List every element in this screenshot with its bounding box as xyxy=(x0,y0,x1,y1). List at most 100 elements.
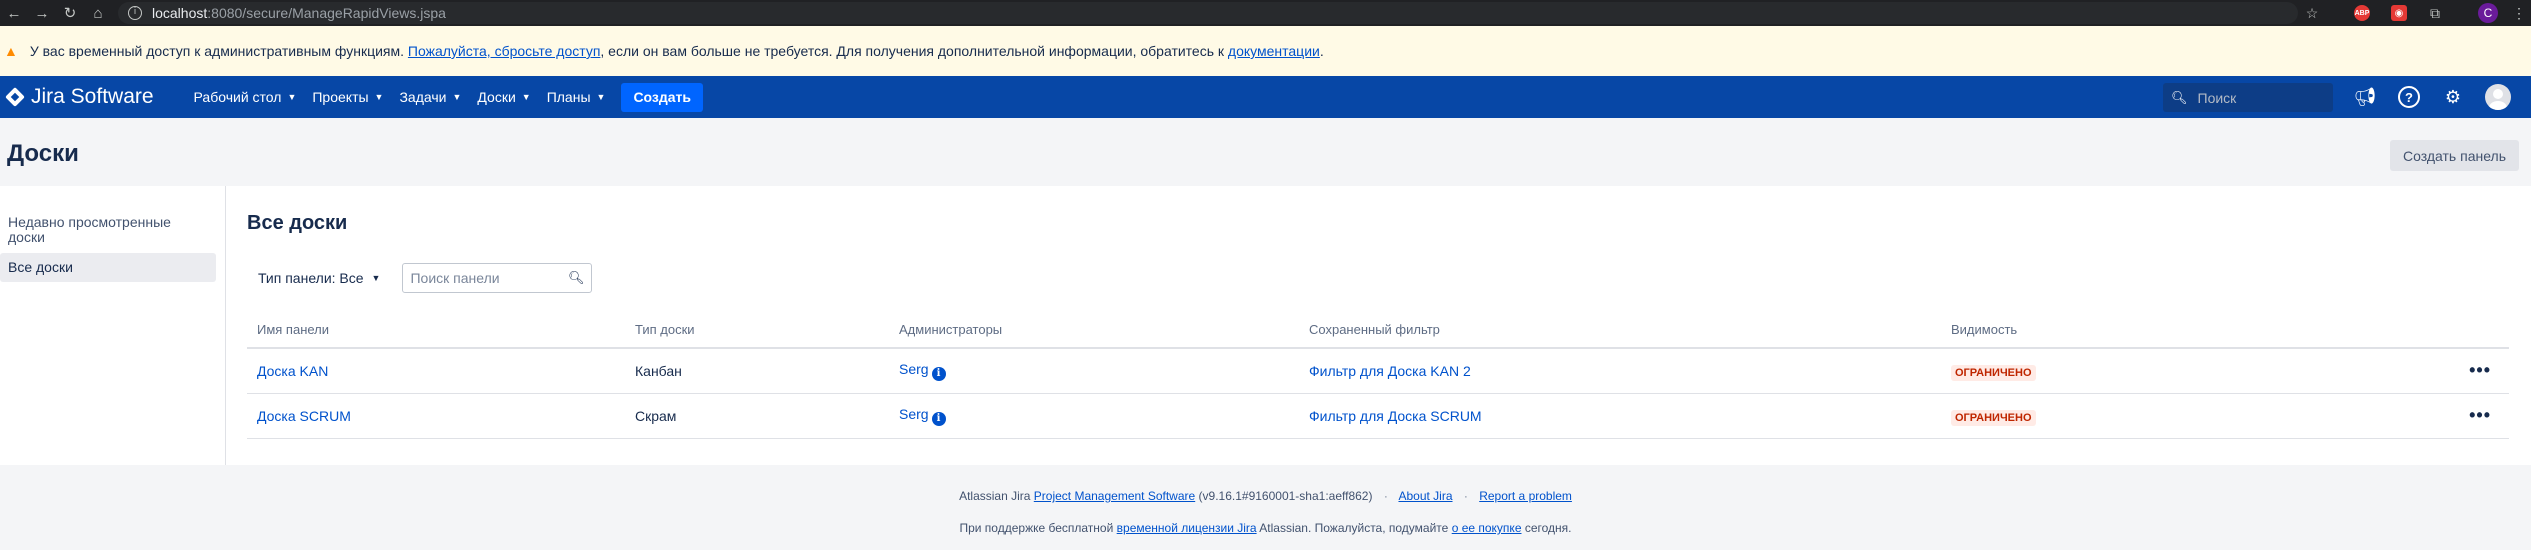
type-filter-label: Тип панели: Все xyxy=(258,270,364,286)
extensions-puzzle-icon[interactable]: ⧉ xyxy=(2425,3,2445,23)
filter-bar: Тип панели: Все ▼ Поиск панели 🔍︎ xyxy=(247,263,2531,293)
jira-logo[interactable]: Jira Software xyxy=(5,85,154,109)
menu-label: Доски xyxy=(477,89,516,105)
browser-menu-icon[interactable]: ⋮ xyxy=(2509,3,2529,23)
create-panel-button[interactable]: Создать панель xyxy=(2390,140,2519,171)
more-actions-icon[interactable]: ••• xyxy=(2449,393,2509,439)
back-icon[interactable]: ← xyxy=(0,5,28,22)
page-title: Доски xyxy=(7,140,79,167)
forward-icon[interactable]: → xyxy=(28,5,56,22)
notifications-megaphone-icon[interactable]: 📢︎ xyxy=(2354,86,2377,108)
menu-boards[interactable]: Доски ▼ xyxy=(477,89,530,105)
chevron-down-icon: ▼ xyxy=(374,92,384,102)
warning-icon: ▲ xyxy=(4,43,18,59)
footer-separator: · xyxy=(1463,489,1468,503)
address-bar[interactable]: i localhost:8080/secure/ManageRapidViews… xyxy=(118,2,2298,24)
info-icon[interactable]: i xyxy=(931,411,946,426)
menu-label: Планы xyxy=(546,89,591,105)
create-button[interactable]: Создать xyxy=(621,82,704,112)
search-icon[interactable]: 🔍︎ xyxy=(568,270,585,286)
footer-line-1: Atlassian Jira Project Management Softwa… xyxy=(0,489,2531,503)
sidebar: Недавно просмотренные доски Все доски xyxy=(0,186,226,465)
about-jira-link[interactable]: About Jira xyxy=(1398,489,1452,503)
column-header-type: Тип доски xyxy=(625,312,889,349)
home-icon[interactable]: ⌂ xyxy=(84,5,112,22)
profile-avatar[interactable]: C xyxy=(2478,3,2498,23)
more-actions-icon[interactable]: ••• xyxy=(2449,348,2509,394)
site-info-icon[interactable]: i xyxy=(128,6,142,20)
url-path: :8080/secure/ManageRapidViews.jspa xyxy=(207,5,446,21)
board-search-input[interactable]: Поиск панели 🔍︎ xyxy=(402,263,593,293)
footer-version: (v9.16.1#9160001-sha1:aeff862) xyxy=(1198,489,1373,503)
project-management-link[interactable]: Project Management Software xyxy=(1034,489,1195,503)
boards-table: Имя панели Тип доски Администраторы Сохр… xyxy=(247,312,2509,439)
license-link[interactable]: временной лицензии Jira xyxy=(1117,521,1257,535)
chevron-down-icon: ▼ xyxy=(287,92,297,102)
banner-text-before: У вас временный доступ к административны… xyxy=(29,43,405,59)
report-problem-link[interactable]: Report a problem xyxy=(1479,489,1572,503)
menu-projects[interactable]: Проекты ▼ xyxy=(312,89,383,105)
column-header-visibility: Видимость xyxy=(1941,312,2449,349)
chevron-down-icon: ▼ xyxy=(452,92,462,102)
menu-label: Рабочий стол xyxy=(193,89,282,105)
footer-separator: · xyxy=(1383,489,1388,503)
board-type-filter[interactable]: Тип панели: Все ▼ xyxy=(258,270,380,286)
table-header-row: Имя панели Тип доски Администраторы Сохр… xyxy=(247,312,2509,349)
info-icon[interactable]: i xyxy=(931,366,946,381)
board-name-link[interactable]: Доска KAN xyxy=(257,363,328,379)
board-type: Скрам xyxy=(625,393,889,439)
footer-text: Atlassian Jira xyxy=(959,489,1031,503)
banner-text-after: . xyxy=(1319,43,1324,59)
saved-filter-link[interactable]: Фильтр для Доска KAN 2 xyxy=(1309,363,1471,379)
admin-link[interactable]: Serg xyxy=(899,361,929,377)
admin-link[interactable]: Serg xyxy=(899,406,929,422)
header-search-input[interactable]: 🔍︎ Поиск xyxy=(2163,83,2333,112)
search-icon: 🔍︎ xyxy=(2171,89,2188,105)
app-header: Jira Software Рабочий стол ▼ Проекты ▼ Зад… xyxy=(0,76,2531,118)
sidebar-item-recent[interactable]: Недавно просмотренные доски xyxy=(0,211,216,249)
jira-diamond-icon xyxy=(5,87,25,107)
page-header: Доски Создать панель xyxy=(0,118,2531,186)
menu-label: Проекты xyxy=(312,89,369,105)
chevron-down-icon: ▼ xyxy=(596,92,606,102)
browser-toolbar: ← → ↻ ⌂ i localhost:8080/secure/ManageRa… xyxy=(0,0,2531,26)
user-avatar-icon[interactable] xyxy=(2485,84,2511,110)
banner-text-middle: , если он вам больше не требуется. Для п… xyxy=(600,43,1225,59)
bookmark-star-icon[interactable]: ☆ xyxy=(2302,3,2322,23)
settings-gear-icon[interactable]: ⚙ xyxy=(2442,86,2464,108)
menu-label: Задачи xyxy=(399,89,447,105)
reload-icon[interactable]: ↻ xyxy=(56,4,84,22)
chevron-down-icon: ▼ xyxy=(521,92,531,102)
section-heading: Все доски xyxy=(247,212,348,234)
table-row: Доска KAN Канбан Serg i Фильтр для Доска … xyxy=(247,348,2509,394)
menu-issues[interactable]: Задачи ▼ xyxy=(399,89,461,105)
main-menu: Рабочий стол ▼ Проекты ▼ Задачи ▼ Доски ▼ Пл… xyxy=(194,82,704,112)
reset-access-link[interactable]: Пожалуйста, сбросьте доступ xyxy=(408,43,600,59)
extension-icon[interactable]: ◉ xyxy=(2391,5,2407,21)
column-header-name[interactable]: Имя панели xyxy=(247,312,625,349)
board-search-placeholder: Поиск панели xyxy=(410,270,500,286)
visibility-lozenge: ОГРАНИЧЕНО xyxy=(1951,409,2036,426)
footer-line-2: При поддержке бесплатной временной лицен… xyxy=(0,521,2531,535)
saved-filter-link[interactable]: Фильтр для Доска SCRUM xyxy=(1309,408,1482,424)
column-header-filter: Сохраненный фильтр xyxy=(1299,312,1941,349)
main-content: Все доски Тип панели: Все ▼ Поиск панели … xyxy=(226,186,2531,465)
url-host: localhost xyxy=(152,5,208,21)
footer-text: сегодня. xyxy=(1524,521,1572,535)
menu-dashboards[interactable]: Рабочий стол ▼ xyxy=(194,89,297,105)
visibility-lozenge: ОГРАНИЧЕНО xyxy=(1951,364,2036,381)
footer-text: При поддержке бесплатной xyxy=(959,521,1114,535)
board-name-link[interactable]: Доска SCRUM xyxy=(257,408,351,424)
menu-plans[interactable]: Планы ▼ xyxy=(547,89,606,105)
purchase-link[interactable]: о ее покупке xyxy=(1452,521,1522,535)
page-body: Недавно просмотренные доски Все доски Вс… xyxy=(0,186,2531,465)
footer-text: Atlassian. Пожалуйста, подумайте xyxy=(1259,521,1449,535)
board-type: Канбан xyxy=(625,348,889,394)
sidebar-item-all-boards[interactable]: Все доски xyxy=(0,253,216,282)
adblock-extension-icon[interactable]: ABP xyxy=(2354,5,2370,21)
column-header-actions xyxy=(2449,312,2509,349)
logo-text: Jira Software xyxy=(31,85,154,108)
help-icon[interactable]: ? xyxy=(2398,86,2420,108)
admin-access-banner: ▲ У вас временный доступ к административ… xyxy=(0,26,2531,76)
documentation-link[interactable]: документации xyxy=(1228,43,1320,59)
